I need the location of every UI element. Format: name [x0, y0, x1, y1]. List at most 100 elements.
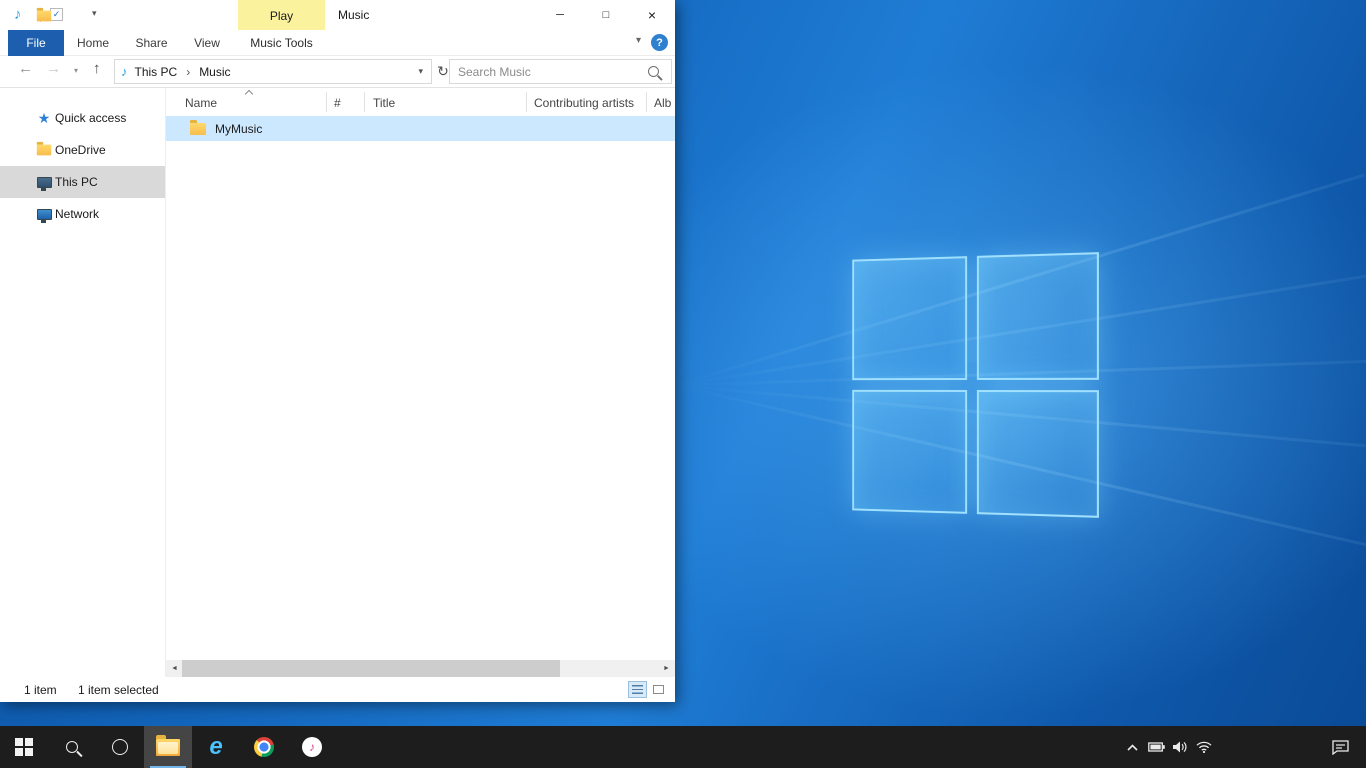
column-header-name[interactable]: Name	[185, 96, 217, 110]
breadcrumb-separator-icon[interactable]: ›	[186, 65, 190, 79]
breadcrumb-music[interactable]: Music	[199, 65, 230, 79]
contextual-tab-play[interactable]: Play	[238, 0, 325, 31]
column-header-contributing-artists[interactable]: Contributing artists	[534, 96, 634, 110]
navigation-pane: ★ Quick access OneDrive This PC Network	[0, 88, 166, 677]
windows-logo-pane	[852, 256, 967, 380]
ribbon-tab-row: File Home Share View Music Tools ▾ ?	[0, 30, 675, 56]
large-icons-view-button[interactable]	[649, 681, 668, 698]
file-list: Name # Title Contributing artists Alb My…	[166, 88, 675, 677]
window-title: Music	[338, 8, 369, 22]
wifi-icon[interactable]	[1192, 726, 1216, 768]
music-note-icon: ♪	[309, 740, 315, 754]
scroll-left-icon[interactable]: ◄	[166, 660, 183, 677]
star-icon: ★	[36, 110, 52, 126]
cortana-button[interactable]	[96, 726, 144, 768]
column-header-album[interactable]: Alb	[654, 96, 671, 110]
sidebar-item-label: Quick access	[55, 111, 126, 125]
sort-ascending-icon	[245, 90, 253, 98]
back-button[interactable]: ←	[18, 60, 33, 77]
internet-explorer-icon: e	[209, 735, 222, 759]
folder-icon	[36, 142, 52, 158]
tab-file[interactable]: File	[8, 30, 64, 56]
new-folder-icon[interactable]	[36, 8, 52, 24]
tab-music-tools[interactable]: Music Tools	[238, 30, 325, 56]
address-dropdown-chevron-icon[interactable]: ▾	[418, 66, 423, 77]
sidebar-item-label: OneDrive	[55, 143, 106, 157]
chrome-button[interactable]	[240, 726, 288, 768]
windows-logo-pane	[977, 252, 1099, 380]
title-bar[interactable]: ♪ ✓ ▾ Play Music ─ □ ×	[0, 0, 675, 30]
large-icons-view-icon	[653, 685, 664, 694]
sidebar-item-this-pc[interactable]: This PC	[0, 166, 165, 198]
selection-count: 1 item selected	[78, 683, 159, 697]
column-header-title[interactable]: Title	[373, 96, 395, 110]
windows-logo-pane	[852, 390, 967, 514]
column-divider[interactable]	[326, 92, 327, 112]
sidebar-item-quick-access[interactable]: ★ Quick access	[0, 102, 165, 134]
tab-view[interactable]: View	[181, 30, 233, 56]
help-icon[interactable]: ?	[651, 34, 668, 51]
column-header-number[interactable]: #	[334, 96, 341, 110]
status-bar: 1 item 1 item selected	[0, 677, 675, 702]
sidebar-item-onedrive[interactable]: OneDrive	[0, 134, 165, 166]
file-name: MyMusic	[215, 122, 262, 136]
search-box[interactable]	[449, 59, 672, 84]
battery-icon[interactable]	[1144, 726, 1168, 768]
maximize-button[interactable]: □	[583, 0, 629, 30]
address-bar[interactable]: ♪ This PC › Music ▾	[114, 59, 432, 84]
windows-logo-icon	[15, 738, 33, 756]
scroll-right-icon[interactable]: ►	[658, 660, 675, 677]
taskbar-file-explorer-button[interactable]	[144, 726, 192, 768]
customize-quick-access-toolbar-chevron-icon[interactable]: ▾	[92, 8, 97, 19]
search-icon	[66, 741, 78, 753]
tab-home[interactable]: Home	[64, 30, 122, 56]
taskbar: e ♪	[0, 726, 1366, 768]
system-tray	[1120, 726, 1366, 768]
action-center-icon[interactable]	[1328, 726, 1352, 768]
network-icon	[36, 206, 52, 222]
file-row-mymusic[interactable]: MyMusic	[166, 116, 675, 141]
window-controls: ─ □ ×	[537, 0, 675, 30]
minimize-button[interactable]: ─	[537, 0, 583, 30]
music-note-icon: ♪	[121, 64, 128, 79]
computer-icon	[36, 174, 52, 190]
sidebar-item-network[interactable]: Network	[0, 198, 165, 230]
forward-button[interactable]: →	[46, 60, 61, 77]
details-view-button[interactable]	[628, 681, 647, 698]
windows-logo-pane	[977, 390, 1099, 518]
folder-icon	[190, 123, 206, 135]
item-count: 1 item	[24, 683, 57, 697]
search-input[interactable]	[450, 65, 648, 79]
cortana-icon	[112, 739, 128, 755]
volume-icon[interactable]	[1168, 726, 1192, 768]
scrollbar-thumb[interactable]	[182, 660, 560, 677]
search-icon[interactable]	[648, 66, 659, 77]
close-button[interactable]: ×	[629, 0, 675, 30]
details-view-icon	[632, 685, 643, 694]
breadcrumb-this-pc[interactable]: This PC	[135, 65, 178, 79]
ribbon-collapse-chevron-icon[interactable]: ▾	[636, 35, 641, 46]
column-divider[interactable]	[364, 92, 365, 112]
sidebar-item-label: Network	[55, 207, 99, 221]
tab-share[interactable]: Share	[122, 30, 181, 56]
music-note-icon: ♪	[14, 6, 22, 23]
horizontal-scrollbar[interactable]: ◄ ►	[166, 660, 675, 677]
main-area: ★ Quick access OneDrive This PC Network …	[0, 88, 675, 677]
windows-logo	[852, 252, 1099, 518]
up-button[interactable]: ↑	[93, 60, 101, 77]
recent-locations-chevron-icon[interactable]: ▾	[74, 66, 78, 75]
sidebar-item-label: This PC	[55, 175, 98, 189]
start-button[interactable]	[0, 726, 48, 768]
internet-explorer-button[interactable]: e	[192, 726, 240, 768]
itunes-button[interactable]: ♪	[288, 726, 336, 768]
column-divider[interactable]	[526, 92, 527, 112]
itunes-icon: ♪	[302, 737, 322, 757]
file-explorer-icon	[156, 739, 180, 756]
column-divider[interactable]	[646, 92, 647, 112]
contextual-tab-label: Play	[270, 9, 293, 23]
column-header-row: Name # Title Contributing artists Alb	[166, 88, 675, 116]
file-explorer-window: ♪ ✓ ▾ Play Music ─ □ × File Home Share V…	[0, 0, 675, 702]
tray-chevron-up-icon[interactable]	[1120, 726, 1144, 768]
chrome-icon	[254, 737, 274, 757]
taskbar-search-button[interactable]	[48, 726, 96, 768]
